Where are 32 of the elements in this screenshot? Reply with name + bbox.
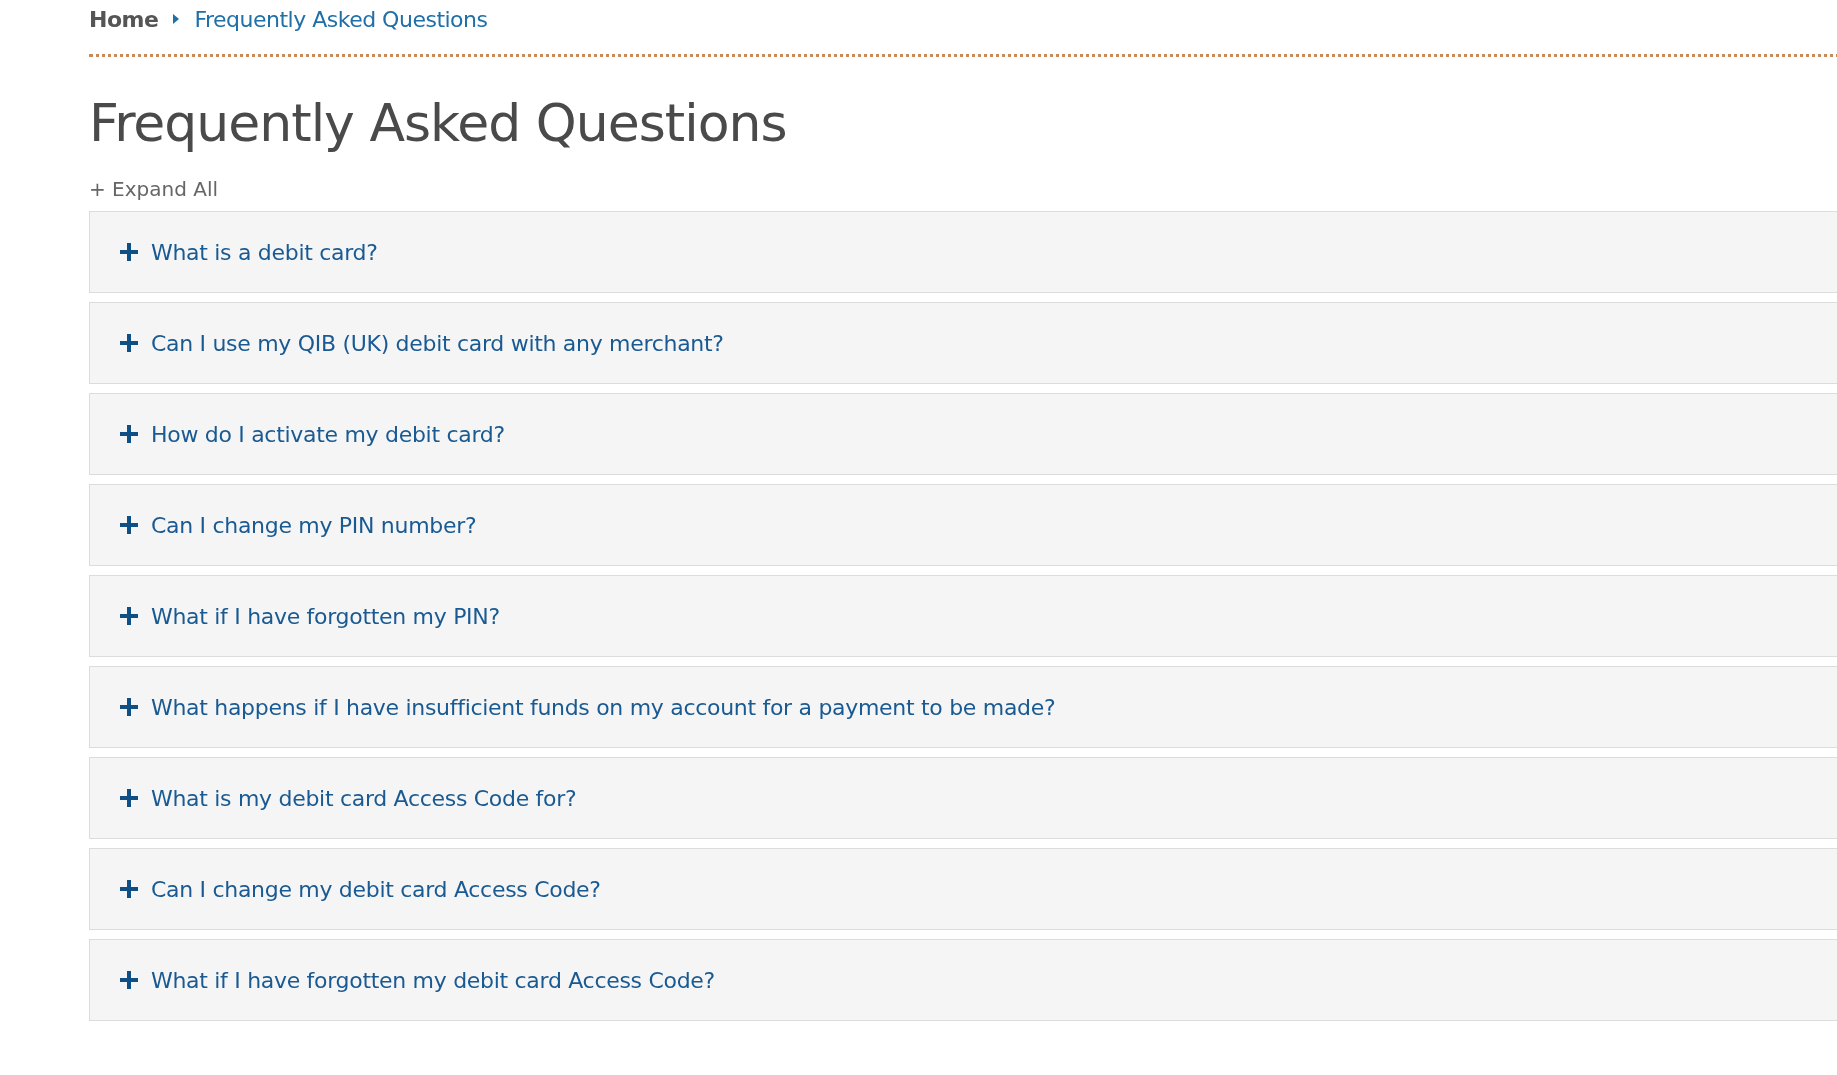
plus-icon — [120, 789, 138, 807]
faq-item[interactable]: Can I use my QIB (UK) debit card with any merchant? — [89, 302, 1837, 384]
question-text: Can I change my PIN number? — [151, 512, 477, 538]
question-text: What is my debit card Access Code for? — [151, 785, 577, 811]
faq-item[interactable]: How do I activate my debit card? — [89, 393, 1837, 475]
plus-icon — [120, 425, 138, 443]
question-text: What is a debit card? — [151, 239, 378, 265]
chevron-right-icon — [172, 13, 181, 25]
expand-all-link[interactable]: + Expand All — [89, 177, 219, 201]
question-text: What if I have forgotten my debit card Access Code? — [151, 967, 715, 993]
plus-icon — [120, 334, 138, 352]
plus-icon — [120, 243, 138, 261]
question-text: How do I activate my debit card? — [151, 421, 505, 447]
plus-icon — [120, 607, 138, 625]
faq-item[interactable]: What is a debit card? — [89, 211, 1837, 293]
faq-item[interactable]: What is my debit card Access Code for? — [89, 757, 1837, 839]
question-text: What if I have forgotten my PIN? — [151, 603, 500, 629]
breadcrumb-link[interactable]: Frequently Asked Questions — [194, 6, 488, 32]
plus-icon — [120, 971, 138, 989]
plus-icon — [120, 698, 138, 716]
faq-item[interactable]: Can I change my PIN number? — [89, 484, 1837, 566]
question-text: Can I use my QIB (UK) debit card with any merchant? — [151, 330, 724, 356]
faq-item[interactable]: What if I have forgotten my debit card Access Code? — [89, 939, 1837, 1021]
page-title: Frequently Asked Questions — [89, 92, 788, 155]
question-text: What happens if I have insufficient funds on my account for a payment to be made? — [151, 694, 1056, 720]
faq-item[interactable]: Can I change my debit card Access Code? — [89, 848, 1837, 930]
faq-item[interactable]: What if I have forgotten my PIN? — [89, 575, 1837, 657]
home-link[interactable]: Home — [89, 6, 159, 32]
faq-item[interactable]: What happens if I have insufficient funds on my account for a payment to be made? — [89, 666, 1837, 748]
question-text: Can I change my debit card Access Code? — [151, 876, 601, 902]
plus-icon — [120, 516, 138, 534]
plus-icon — [120, 880, 138, 898]
